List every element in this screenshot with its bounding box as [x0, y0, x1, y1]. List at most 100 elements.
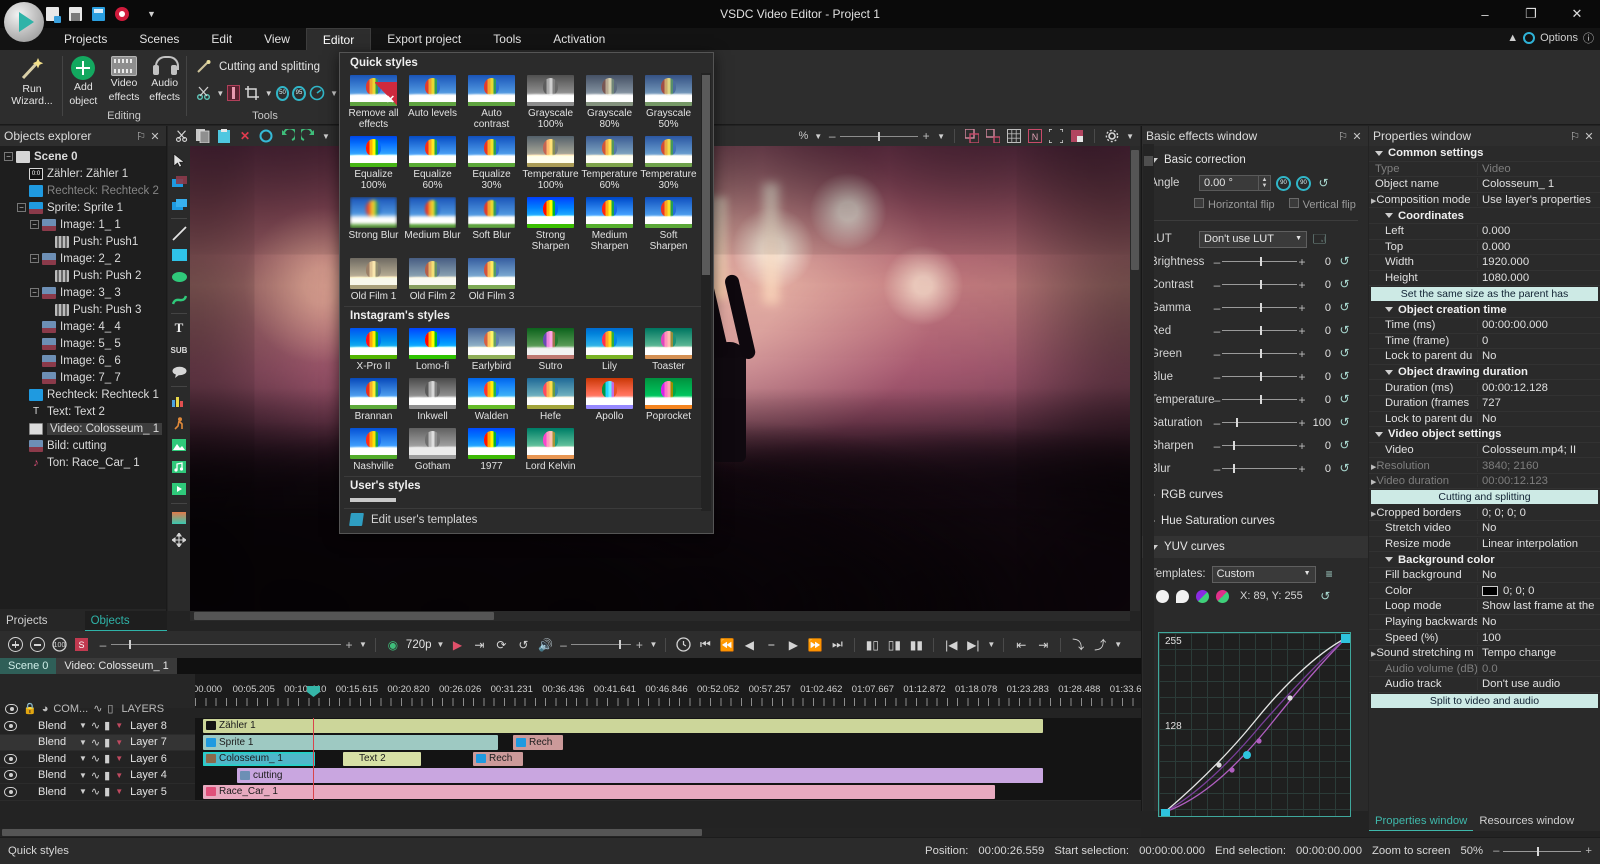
add-object-button[interactable]: Add object	[64, 56, 103, 107]
quick-style-item[interactable]: Old Film 3	[462, 256, 521, 306]
subtitles-tool-icon[interactable]: SUB	[168, 339, 190, 361]
redo-chevron-down-icon[interactable]: ▼	[322, 132, 330, 141]
property-row[interactable]: VideoColosseum.mp4; II	[1369, 443, 1600, 459]
status-zoom-slider[interactable]: –+	[1493, 845, 1592, 857]
property-action-button[interactable]: Set the same size as the parent has	[1371, 287, 1598, 301]
basic-effects-close-icon[interactable]: ✕	[1350, 130, 1364, 143]
snap-to-grid-icon[interactable]: N	[1027, 128, 1043, 144]
quick-style-item[interactable]: Auto contrast	[462, 73, 521, 134]
expand-arrow-icon[interactable]: ▶	[1371, 464, 1376, 471]
lut-browse-icon[interactable]: 🗔	[1312, 232, 1327, 247]
skip-start-icon[interactable]: ⏮	[696, 636, 714, 654]
volume-slider[interactable]: –+	[558, 638, 644, 652]
scissors-chevron-down-icon[interactable]: ▼	[216, 89, 224, 98]
tree-item[interactable]: −Scene 0	[0, 148, 166, 165]
mask-icon[interactable]	[1069, 128, 1085, 144]
grid-icon[interactable]	[1006, 128, 1022, 144]
quick-style-item[interactable]: Hefe	[521, 376, 580, 426]
tree-item[interactable]: −Image: 3_ 3	[0, 284, 166, 301]
property-action-button[interactable]: Cutting and splitting	[1371, 490, 1598, 504]
edit-user-templates-row[interactable]: Edit user's templates	[344, 508, 702, 530]
timeline-clip[interactable]: Zähler 1	[203, 719, 1043, 734]
slider-control[interactable]: –+	[1212, 439, 1307, 453]
quick-style-item[interactable]: Earlybird	[462, 326, 521, 376]
quick-style-item[interactable]: Old Film 2	[403, 256, 462, 306]
timeline-lane[interactable]: Race_Car_ 1	[195, 784, 1141, 801]
volume-chevron-down-icon[interactable]: ▼	[649, 640, 657, 649]
property-row[interactable]: Time (frame)0	[1369, 334, 1600, 350]
timeline-zoom-slider[interactable]: –+	[98, 638, 354, 652]
layer-waveform-icon[interactable]: ∿	[91, 769, 100, 782]
slider-control[interactable]: –+	[1212, 370, 1307, 384]
quick-style-item[interactable]: Temperature 60%	[580, 134, 639, 195]
slider-reset-icon[interactable]: ↺	[1337, 323, 1352, 338]
zoom-in-icon[interactable]	[6, 636, 24, 654]
quick-style-item[interactable]: 1977	[462, 426, 521, 476]
tree-toggle-icon[interactable]: −	[30, 220, 39, 229]
quick-style-item[interactable]: Equalize 30%	[462, 134, 521, 195]
split-clip-icon[interactable]: ▮▯	[863, 636, 881, 654]
yuv-curve-editor[interactable]: 255 128	[1158, 632, 1351, 817]
expand-arrow-icon[interactable]: ▶	[1371, 511, 1376, 518]
tree-item[interactable]: Push: Push1	[0, 233, 166, 250]
layer-blend-label[interactable]: Blend	[38, 720, 74, 732]
preview-settings-gear-icon[interactable]	[1104, 128, 1120, 144]
zoom-unit-chevron-down-icon[interactable]: ▼	[814, 132, 822, 141]
rectangle-tool-icon[interactable]	[168, 244, 190, 266]
preview-loop-region-icon[interactable]: ⟳	[492, 636, 510, 654]
property-row[interactable]: Speed (%)100	[1369, 630, 1600, 646]
move-to-end-icon[interactable]: ▶|	[964, 636, 982, 654]
layer-blend-chevron-down-icon[interactable]: ▼	[79, 754, 87, 763]
layer-waveform-icon[interactable]: ∿	[91, 785, 100, 798]
tree-toggle-icon[interactable]: −	[30, 288, 39, 297]
free-rotate-icon[interactable]	[309, 83, 326, 103]
slider-reset-icon[interactable]: ↺	[1337, 461, 1352, 476]
layer-name-label[interactable]: Layer 5	[130, 786, 167, 798]
quick-style-item[interactable]: Walden	[462, 376, 521, 426]
channel-v-icon[interactable]	[1216, 590, 1229, 603]
layer-blend-label[interactable]: Blend	[38, 736, 74, 748]
timeline-layer-row[interactable]: Blend▼∿▮▼Layer 4cutting	[0, 768, 1141, 785]
layer-visibility-icon[interactable]	[4, 721, 17, 731]
rotate-ccw-90-button[interactable]: 90	[1276, 176, 1291, 191]
preview-settings-chevron-down-icon[interactable]: ▼	[1126, 132, 1134, 141]
quick-style-item[interactable]: Poprocket	[639, 376, 698, 426]
preview-range-icon[interactable]: ⇥	[470, 636, 488, 654]
property-row[interactable]: Color0; 0; 0	[1369, 583, 1600, 599]
layer-opacity-chevron-down-icon[interactable]: ▼	[115, 738, 123, 747]
property-row[interactable]: Loop modeShow last frame at the	[1369, 599, 1600, 615]
angle-input[interactable]: 0.00 °	[1199, 175, 1259, 191]
channel-u-icon[interactable]	[1196, 590, 1209, 603]
quick-styles-scrollbar[interactable]	[701, 73, 711, 511]
layer-opacity-icon[interactable]: ▮	[104, 769, 110, 782]
quick-style-item[interactable]: Toaster	[639, 326, 698, 376]
gradient-tool-icon[interactable]	[168, 507, 190, 529]
crop-icon[interactable]	[243, 83, 260, 103]
tree-toggle-icon[interactable]: −	[4, 152, 13, 161]
expand-arrow-icon[interactable]: ▶	[1371, 198, 1376, 205]
skip-end-icon[interactable]: ⏭	[828, 636, 846, 654]
group-objects-icon[interactable]	[964, 128, 980, 144]
timeline-lane[interactable]: Colosseum_ 1Text 2Rech	[195, 751, 1141, 768]
timeline-tab-scene[interactable]: Scene 0	[0, 658, 56, 674]
close-icon[interactable]: ✕	[148, 130, 162, 143]
info-icon[interactable]: ⓘ	[1583, 30, 1594, 46]
layer-blend-chevron-down-icon[interactable]: ▼	[79, 787, 87, 796]
timeline-clip[interactable]: Race_Car_ 1	[203, 785, 995, 800]
property-group-header[interactable]: Video object settings	[1369, 427, 1600, 443]
layer-waveform-icon[interactable]: ∿	[91, 736, 100, 749]
tree-item[interactable]: Video: Colosseum_ 1	[0, 420, 166, 437]
quick-style-item[interactable]: Temperature 30%	[639, 134, 698, 195]
rotate-cw-90-button[interactable]: 90	[1296, 176, 1311, 191]
slider-control[interactable]: –+	[1212, 255, 1307, 269]
video-effects-button[interactable]: Video effects	[105, 56, 144, 107]
menu-item-projects[interactable]: Projects	[48, 28, 123, 50]
layer-opacity-chevron-down-icon[interactable]: ▼	[115, 787, 123, 796]
layer-opacity-icon[interactable]: ▮	[104, 752, 110, 765]
property-row[interactable]: Resize modeLinear interpolation	[1369, 537, 1600, 553]
layer-name-label[interactable]: Layer 7	[130, 736, 167, 748]
quick-style-item[interactable]: Grayscale 50%	[639, 73, 698, 134]
property-row[interactable]: Playing backwardsNo	[1369, 615, 1600, 631]
slider-reset-icon[interactable]: ↺	[1337, 392, 1352, 407]
property-group-header[interactable]: Common settings	[1369, 146, 1600, 162]
